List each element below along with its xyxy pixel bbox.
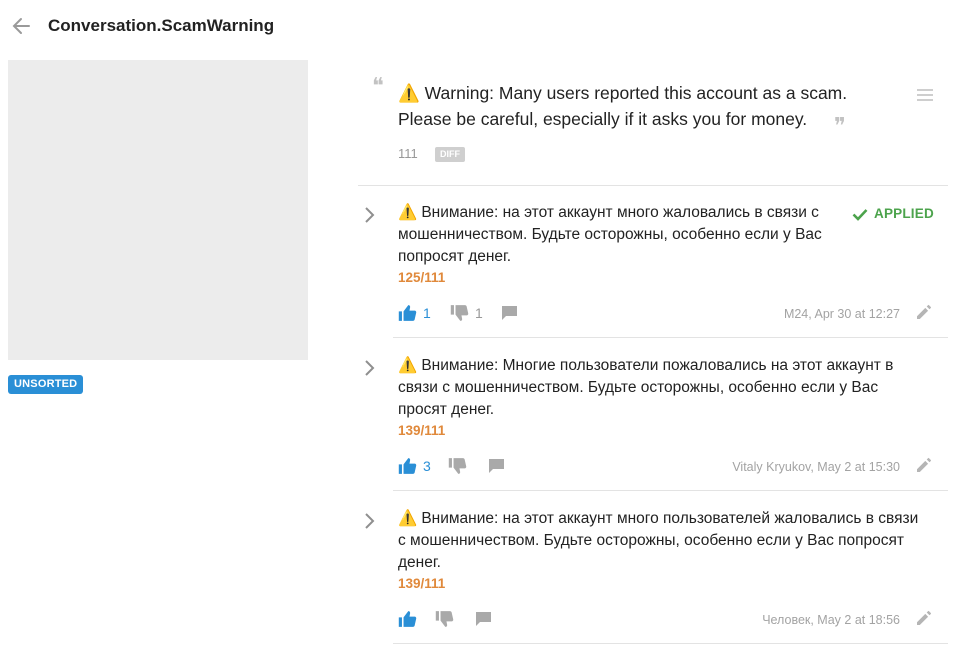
suggestion-text-body: Внимание: Многие пользователи пожаловали… [398, 357, 894, 418]
divider [393, 490, 948, 491]
menu-icon[interactable] [916, 88, 934, 102]
divider [393, 643, 948, 644]
screenshot-preview [8, 60, 308, 360]
thumbs-down-icon [448, 458, 467, 474]
thumbs-up-icon [398, 611, 417, 627]
suggestion-text-body: Внимание: на этот аккаунт много жаловали… [398, 204, 822, 265]
thumbs-up-icon [398, 458, 417, 474]
suggestion-meta: Человек, May 2 at 18:56 [762, 613, 900, 627]
source-string: ❝ ⚠️ Warning: Many users reported this a… [358, 70, 948, 186]
page-title: Conversation.ScamWarning [48, 16, 275, 35]
applied-status: APPLIED [852, 206, 934, 221]
comment-icon[interactable] [501, 305, 518, 326]
downvote-button[interactable] [435, 610, 454, 628]
suggestion-length: 139/111 [398, 423, 446, 438]
downvote-count: 1 [475, 305, 483, 321]
suggestion-item: ⚠️ Внимание: на этот аккаунт много жалова… [358, 186, 948, 338]
chevron-right-icon[interactable] [361, 206, 377, 224]
suggestion-text: ⚠️ Внимание: на этот аккаунт много жалова… [398, 202, 838, 268]
upvote-button[interactable] [398, 610, 417, 628]
upvote-button[interactable]: 3 [398, 457, 431, 475]
suggestion-item: ⚠️ Внимание: на этот аккаунт много пользо… [358, 492, 948, 644]
divider [393, 337, 948, 338]
chevron-right-icon[interactable] [361, 359, 377, 377]
upvote-count: 1 [423, 305, 431, 321]
status-badge[interactable]: UNSORTED [8, 375, 84, 394]
suggestion-text: ⚠️ Внимание: Многие пользователи пожалова… [398, 355, 928, 421]
suggestion-meta: M24, Apr 30 at 12:27 [783, 307, 900, 321]
thumbs-up-icon [398, 305, 417, 321]
downvote-button[interactable] [448, 457, 467, 475]
quote-open-icon: ❝ [372, 74, 384, 99]
back-arrow-icon[interactable] [10, 15, 32, 37]
source-text-body: Warning: Many users reported this accoun… [398, 83, 848, 129]
comment-icon[interactable] [488, 458, 505, 479]
suggestion-meta: Vitaly Kryukov, May 2 at 15:30 [732, 460, 900, 474]
warning-icon: ⚠️ [398, 83, 420, 103]
suggestion-length: 125/111 [398, 270, 446, 285]
pencil-icon[interactable] [916, 304, 932, 325]
suggestion-text-body: Внимание: на этот аккаунт много пользова… [398, 510, 919, 571]
source-length: 111 [398, 146, 418, 161]
warning-icon: ⚠️ [398, 510, 418, 527]
upvote-button[interactable]: 1 [398, 304, 431, 322]
pencil-icon[interactable] [916, 457, 932, 478]
pencil-icon[interactable] [916, 610, 932, 631]
suggestion-text: ⚠️ Внимание: на этот аккаунт много пользо… [398, 508, 928, 574]
warning-icon: ⚠️ [398, 204, 418, 221]
source-text: ⚠️ Warning: Many users reported this acc… [398, 80, 878, 132]
thumbs-down-icon [450, 305, 469, 321]
suggestion-item: ⚠️ Внимание: Многие пользователи пожалова… [358, 339, 948, 491]
quote-close-icon: ❞ [834, 114, 846, 139]
header: Conversation.ScamWarning [0, 0, 965, 54]
check-icon [852, 209, 868, 221]
warning-icon: ⚠️ [398, 357, 418, 374]
chevron-right-icon[interactable] [361, 512, 377, 530]
diff-button[interactable]: DIFF [435, 147, 465, 162]
downvote-button[interactable]: 1 [450, 304, 483, 322]
comment-icon[interactable] [475, 611, 492, 632]
suggestion-length: 139/111 [398, 576, 446, 591]
upvote-count: 3 [423, 458, 431, 474]
thumbs-down-icon [435, 611, 454, 627]
